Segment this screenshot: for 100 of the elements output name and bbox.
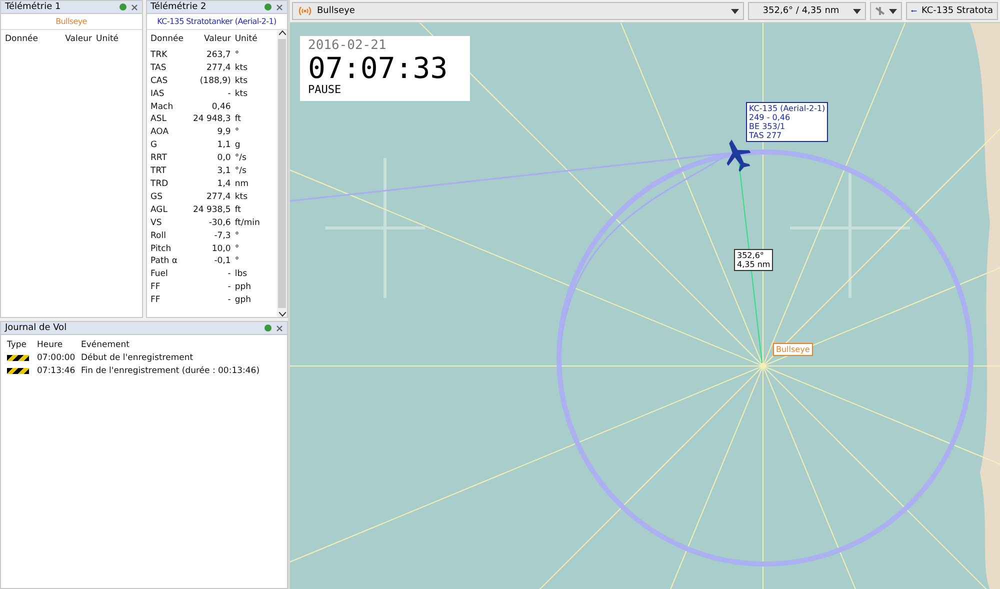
table-cell-text: Fuel	[150, 268, 169, 282]
playback-status: PAUSE	[308, 83, 342, 96]
table-cell-text: -7,3	[213, 230, 231, 242]
column-header[interactable]: Valeur	[192, 33, 231, 46]
table-cell-text: CAS	[150, 74, 169, 88]
column-header[interactable]: Type	[7, 339, 33, 352]
panel-title: Journal de Vol	[5, 323, 67, 333]
table-cell-text: kts	[234, 190, 249, 204]
table-cell-text: 1,4	[216, 178, 231, 191]
close-icon[interactable]	[276, 4, 283, 10]
table-cell-text: (188,9)	[198, 74, 231, 88]
close-icon[interactable]	[276, 324, 283, 332]
table-cell-text: 277,4	[205, 62, 231, 75]
caret-icon[interactable]	[889, 8, 897, 14]
table-cell-text: TRD	[150, 178, 170, 191]
table-cell-text: -	[226, 88, 231, 101]
log-type-icon	[7, 355, 29, 362]
table-cell-text: Début de l'enregistrement	[81, 352, 194, 365]
column-header[interactable]: Donnée	[150, 33, 189, 46]
table-cell-text: kts	[234, 88, 249, 101]
table-cell-text: Fin de l'enregistrement (durée : 00:13:46)	[81, 364, 261, 378]
panel-title: Télémétrie 2	[150, 2, 206, 12]
table-cell-text: g	[234, 139, 242, 152]
table-cell-text: AOA	[150, 126, 170, 140]
table-cell-text: 277,4	[205, 190, 231, 204]
table-cell-text: VS	[150, 216, 163, 230]
table-cell-text: -30,6	[208, 216, 231, 230]
table-cell-text: °/s	[234, 152, 248, 166]
table-cell-text: TRT	[150, 165, 168, 178]
table-cell-text: -0,1	[213, 255, 231, 268]
table-cell: 24 938,5	[192, 204, 231, 217]
table-cell-text: nm	[234, 178, 250, 191]
scrollbar-thumb[interactable]	[278, 39, 286, 308]
map-view[interactable]: 2016-02-21 07:07:33 PAUSE KC-135 (Aerial-2-1) 249 - 0,46 BE 353/1 TAS 277 352,6° 4,35 nm Bullseye	[290, 23, 1000, 589]
table-cell-text: °	[234, 242, 240, 256]
close-icon[interactable]	[130, 4, 138, 10]
aircraft-icon	[726, 140, 751, 172]
table-cell-text: 0,0	[216, 152, 231, 166]
table-cell-text: TAS	[150, 62, 168, 75]
clock-date: 2016-02-21	[308, 38, 388, 53]
table-cell-text: kts	[234, 62, 249, 75]
bullseye-label: Bullseye	[773, 343, 813, 356]
column-header[interactable]: Evénement	[81, 339, 281, 352]
panel-title: Télémétrie 1	[5, 2, 61, 12]
table-cell-text: RRT	[150, 152, 168, 166]
column-header[interactable]: Donnée	[5, 33, 46, 46]
table-cell-text: GS	[150, 190, 164, 204]
table-cell-text: -	[226, 268, 231, 282]
table-cell-text: gph	[234, 294, 252, 308]
table-cell-text: 10,0	[210, 242, 231, 256]
table-cell-text: 07:13:46	[37, 364, 76, 378]
table-cell-text: 1,1	[216, 139, 231, 152]
table-cell-text: °	[234, 126, 240, 140]
table-cell-text: ASL	[150, 113, 168, 126]
table-cell-text: ft/min	[234, 216, 261, 230]
bearing-dropdown[interactable]: 352,6° / 4,35 nm	[748, 2, 866, 20]
table-cell-text: Pitch	[150, 242, 172, 256]
table-cell-text: 07:00:00	[37, 352, 76, 365]
broadcast-icon	[297, 6, 313, 16]
table-cell-text: °	[234, 230, 240, 242]
table-cell-text: IAS	[150, 88, 166, 101]
column-header[interactable]: Valeur	[50, 33, 92, 46]
table-cell-text: TRK	[150, 48, 168, 62]
telemetry-target: Bullseye	[1, 14, 142, 30]
table-cell-text: lbs	[234, 268, 248, 282]
table-cell-text: kts	[234, 74, 249, 88]
table-cell-text: FF	[150, 294, 162, 308]
table-cell-text: 0,46	[210, 100, 231, 114]
clock-time: 07:07:33	[308, 53, 449, 83]
table-cell-text: -	[226, 294, 231, 308]
caret-icon[interactable]	[731, 8, 739, 14]
telemetry-target: KC-135 Stratotanker (Aerial-2-1)	[146, 14, 287, 30]
table-cell-text: 9,9	[216, 126, 231, 140]
column-header[interactable]: Unité	[234, 33, 273, 46]
table-cell-text: °	[234, 255, 240, 268]
scroll-down-icon[interactable]	[278, 312, 286, 317]
caret-icon[interactable]	[853, 8, 861, 14]
column-header[interactable]: Unité	[96, 33, 138, 46]
table-cell-text: °/s	[234, 165, 248, 178]
table-cell-text: Mach	[150, 100, 174, 114]
table-cell-text: Path α	[150, 255, 178, 268]
range-readout: 352,6° 4,35 nm	[734, 249, 774, 271]
scroll-up-icon[interactable]	[278, 30, 286, 35]
table-cell-text: pph	[234, 281, 252, 294]
table-cell-text: °	[234, 48, 240, 62]
log-type-icon	[7, 368, 29, 374]
reference-dropdown[interactable]: Bullseye	[292, 2, 744, 20]
table-cell-text: AGL	[150, 204, 168, 217]
table-cell-text: -	[226, 281, 231, 294]
table-cell-text: Roll	[150, 230, 167, 242]
tool-dropdown[interactable]	[870, 2, 902, 20]
table-cell-text: 263,7	[205, 48, 231, 62]
aircraft-selector[interactable]: KC-135 Stratota	[906, 2, 998, 20]
table-cell-text: G	[150, 139, 158, 152]
column-header[interactable]: Heure	[37, 339, 77, 352]
table-cell: 24 948,3	[192, 113, 231, 126]
table-cell-text: 3,1	[216, 165, 231, 178]
table-cell-text: ft	[234, 113, 242, 126]
aircraft-label: KC-135 (Aerial-2-1) 249 - 0,46 BE 353/1 TAS 277	[746, 102, 828, 142]
table-cell-text: FF	[150, 281, 162, 294]
